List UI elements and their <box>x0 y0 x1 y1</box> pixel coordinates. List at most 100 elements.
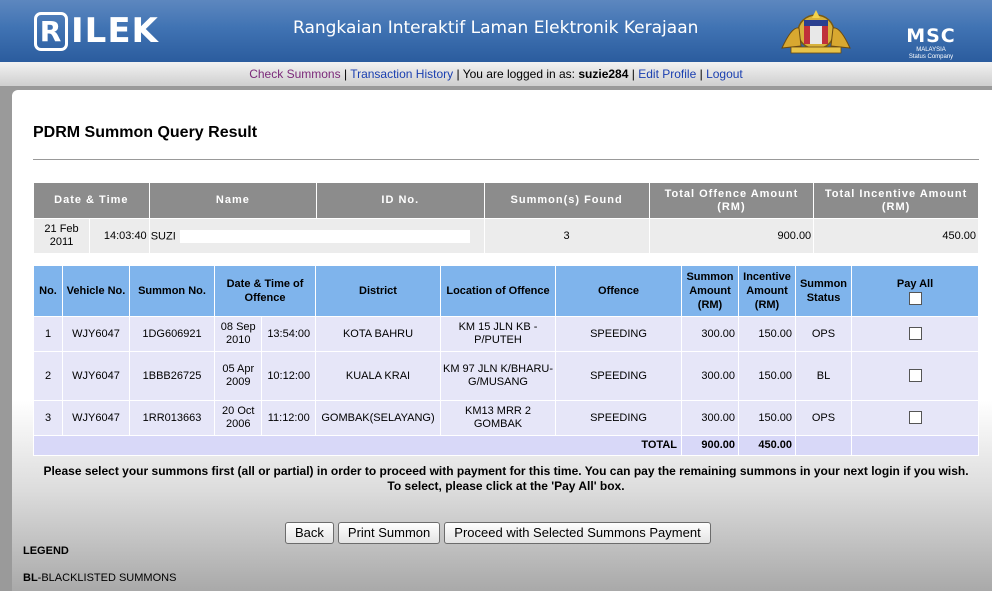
msc-logo-text: MSC <box>906 25 956 47</box>
title-divider <box>33 159 979 160</box>
summary-date: 21 Feb 2011 <box>32 218 91 254</box>
row-location: KM 97 JLN K/BHARU-G/MUSANG <box>440 351 556 401</box>
site-header: R ILEK Rangkaian Interaktif Laman Elektro… <box>0 0 992 62</box>
total-incentive: 450.00 <box>738 435 796 456</box>
table-row: 1 WJY6047 1DG606921 08 Sep 2010 13:54:00… <box>33 316 979 352</box>
summary-name-cell: SUZI <box>148 218 485 254</box>
logged-in-label: You are logged in as: <box>462 67 576 81</box>
instruction-note: Please select your summons first (all or… <box>43 464 969 493</box>
row-pay-checkbox[interactable] <box>908 327 922 341</box>
row-status: OPS <box>795 316 852 352</box>
nav-separator: | <box>456 67 460 81</box>
row-pay-cell <box>851 351 979 401</box>
row-pay-checkbox[interactable] <box>908 411 922 425</box>
top-nav: Check Summons | Transaction History | Yo… <box>0 62 992 87</box>
row-amount: 300.00 <box>681 351 739 401</box>
row-summon-no: 1DG606921 <box>129 316 215 352</box>
row-pay-cell <box>851 400 979 436</box>
total-empty <box>795 435 852 456</box>
summary-time: 14:03:40 <box>89 218 150 254</box>
table-row: 2 WJY6047 1BBB26725 05 Apr 2009 10:12:00… <box>33 351 979 401</box>
malaysia-coat-of-arms-icon <box>781 10 851 54</box>
row-amount: 300.00 <box>681 400 739 436</box>
row-no: 2 <box>33 351 63 401</box>
summons-header-row: No. Vehicle No. Summon No. Date & Time o… <box>33 265 979 317</box>
summary-header-total-offence: Total Offence Amount (RM) <box>648 182 815 219</box>
action-buttons: Back Print Summon Proceed with Selected Su… <box>285 522 715 544</box>
row-vehicle: WJY6047 <box>62 400 130 436</box>
summons-table: No. Vehicle No. Summon No. Date & Time o… <box>33 265 979 456</box>
total-label: TOTAL <box>33 435 682 456</box>
col-no: No. <box>33 265 63 317</box>
summary-table: Date & Time Name ID No. Summon(s) Found … <box>32 182 979 254</box>
row-pay-cell <box>851 316 979 352</box>
col-vehicle: Vehicle No. <box>62 265 130 317</box>
row-offence: SPEEDING <box>555 316 682 352</box>
proceed-payment-button[interactable]: Proceed with Selected Summons Payment <box>444 522 711 544</box>
row-no: 1 <box>33 316 63 352</box>
col-incentive-amount: Incentive Amount (RM) <box>738 265 796 317</box>
nav-logout[interactable]: Logout <box>706 67 743 81</box>
summary-total-incentive: 450.00 <box>813 218 979 254</box>
summary-total-offence: 900.00 <box>648 218 815 254</box>
summary-summons-found: 3 <box>483 218 650 254</box>
row-vehicle: WJY6047 <box>62 316 130 352</box>
row-time: 11:12:00 <box>261 400 316 436</box>
summary-header-row: Date & Time Name ID No. Summon(s) Found … <box>33 182 979 219</box>
legend-title: LEGEND <box>23 545 69 557</box>
row-summon-no: 1BBB26725 <box>129 351 215 401</box>
redacted-name-box <box>179 229 470 243</box>
legend-text: -BLACKLISTED SUMMONS <box>37 572 177 584</box>
nav-transaction-history[interactable]: Transaction History <box>350 67 453 81</box>
print-summon-button[interactable]: Print Summon <box>337 522 441 544</box>
col-datetime: Date & Time of Offence <box>214 265 316 317</box>
pay-all-label: Pay All <box>896 278 934 290</box>
msc-logo: MSC MALAYSIA Status Company <box>888 10 974 60</box>
row-location: KM13 MRR 2 GOMBAK <box>440 400 556 436</box>
rilek-logo[interactable]: R ILEK <box>34 11 159 51</box>
row-vehicle: WJY6047 <box>62 351 130 401</box>
row-summon-no: 1RR013663 <box>129 400 215 436</box>
col-district: District <box>315 265 441 317</box>
col-summon-no: Summon No. <box>129 265 215 317</box>
summary-header-name: Name <box>148 182 318 219</box>
row-date: 20 Oct 2006 <box>213 400 263 436</box>
username: suzie284 <box>578 67 629 81</box>
total-empty <box>851 435 979 456</box>
pay-all-checkbox[interactable] <box>908 291 922 305</box>
row-time: 13:54:00 <box>261 316 316 352</box>
summary-name: SUZI <box>150 229 176 242</box>
nav-edit-profile[interactable]: Edit Profile <box>638 67 696 81</box>
summary-row: 21 Feb 2011 14:03:40 SUZI 3 900.00 450.0… <box>32 218 979 254</box>
nav-check-summons[interactable]: Check Summons <box>249 67 340 81</box>
col-summon-amount: Summon Amount (RM) <box>681 265 739 317</box>
summary-header-total-incentive: Total Incentive Amount (RM) <box>813 182 979 219</box>
legend-code: BL <box>23 572 38 584</box>
row-date: 08 Sep 2010 <box>213 316 263 352</box>
nav-separator: | <box>343 67 348 81</box>
row-status: BL <box>795 351 852 401</box>
legend-item-bl: BL-BLACKLISTED SUMMONS <box>23 572 176 584</box>
row-location: KM 15 JLN KB - P/PUTEH <box>440 316 556 352</box>
row-incentive: 150.00 <box>738 351 796 401</box>
header-title: Rangkaian Interaktif Laman Elektronik Ke… <box>293 18 699 38</box>
main-panel: PDRM Summon Query Result Date & Time Nam… <box>12 90 992 591</box>
logo-letter: R <box>34 11 68 51</box>
col-summon-status: Summon Status <box>795 265 852 317</box>
row-district: GOMBAK(SELAYANG) <box>315 400 441 436</box>
table-row: 3 WJY6047 1RR013663 20 Oct 2006 11:12:00… <box>33 400 979 436</box>
col-location: Location of Offence <box>440 265 556 317</box>
row-pay-checkbox[interactable] <box>908 369 922 383</box>
row-district: KOTA BAHRU <box>315 316 441 352</box>
summary-header-id: ID No. <box>316 182 485 219</box>
row-time: 10:12:00 <box>261 351 316 401</box>
summary-header-datetime: Date & Time <box>33 182 150 219</box>
row-incentive: 150.00 <box>738 316 796 352</box>
col-pay-all: Pay All <box>851 265 979 317</box>
back-button[interactable]: Back <box>285 522 334 544</box>
msc-logo-sub2: Status Company <box>908 54 954 60</box>
row-no: 3 <box>33 400 63 436</box>
nav-separator: | <box>631 67 635 81</box>
nav-separator: | <box>699 67 703 81</box>
page-title: PDRM Summon Query Result <box>33 124 258 141</box>
